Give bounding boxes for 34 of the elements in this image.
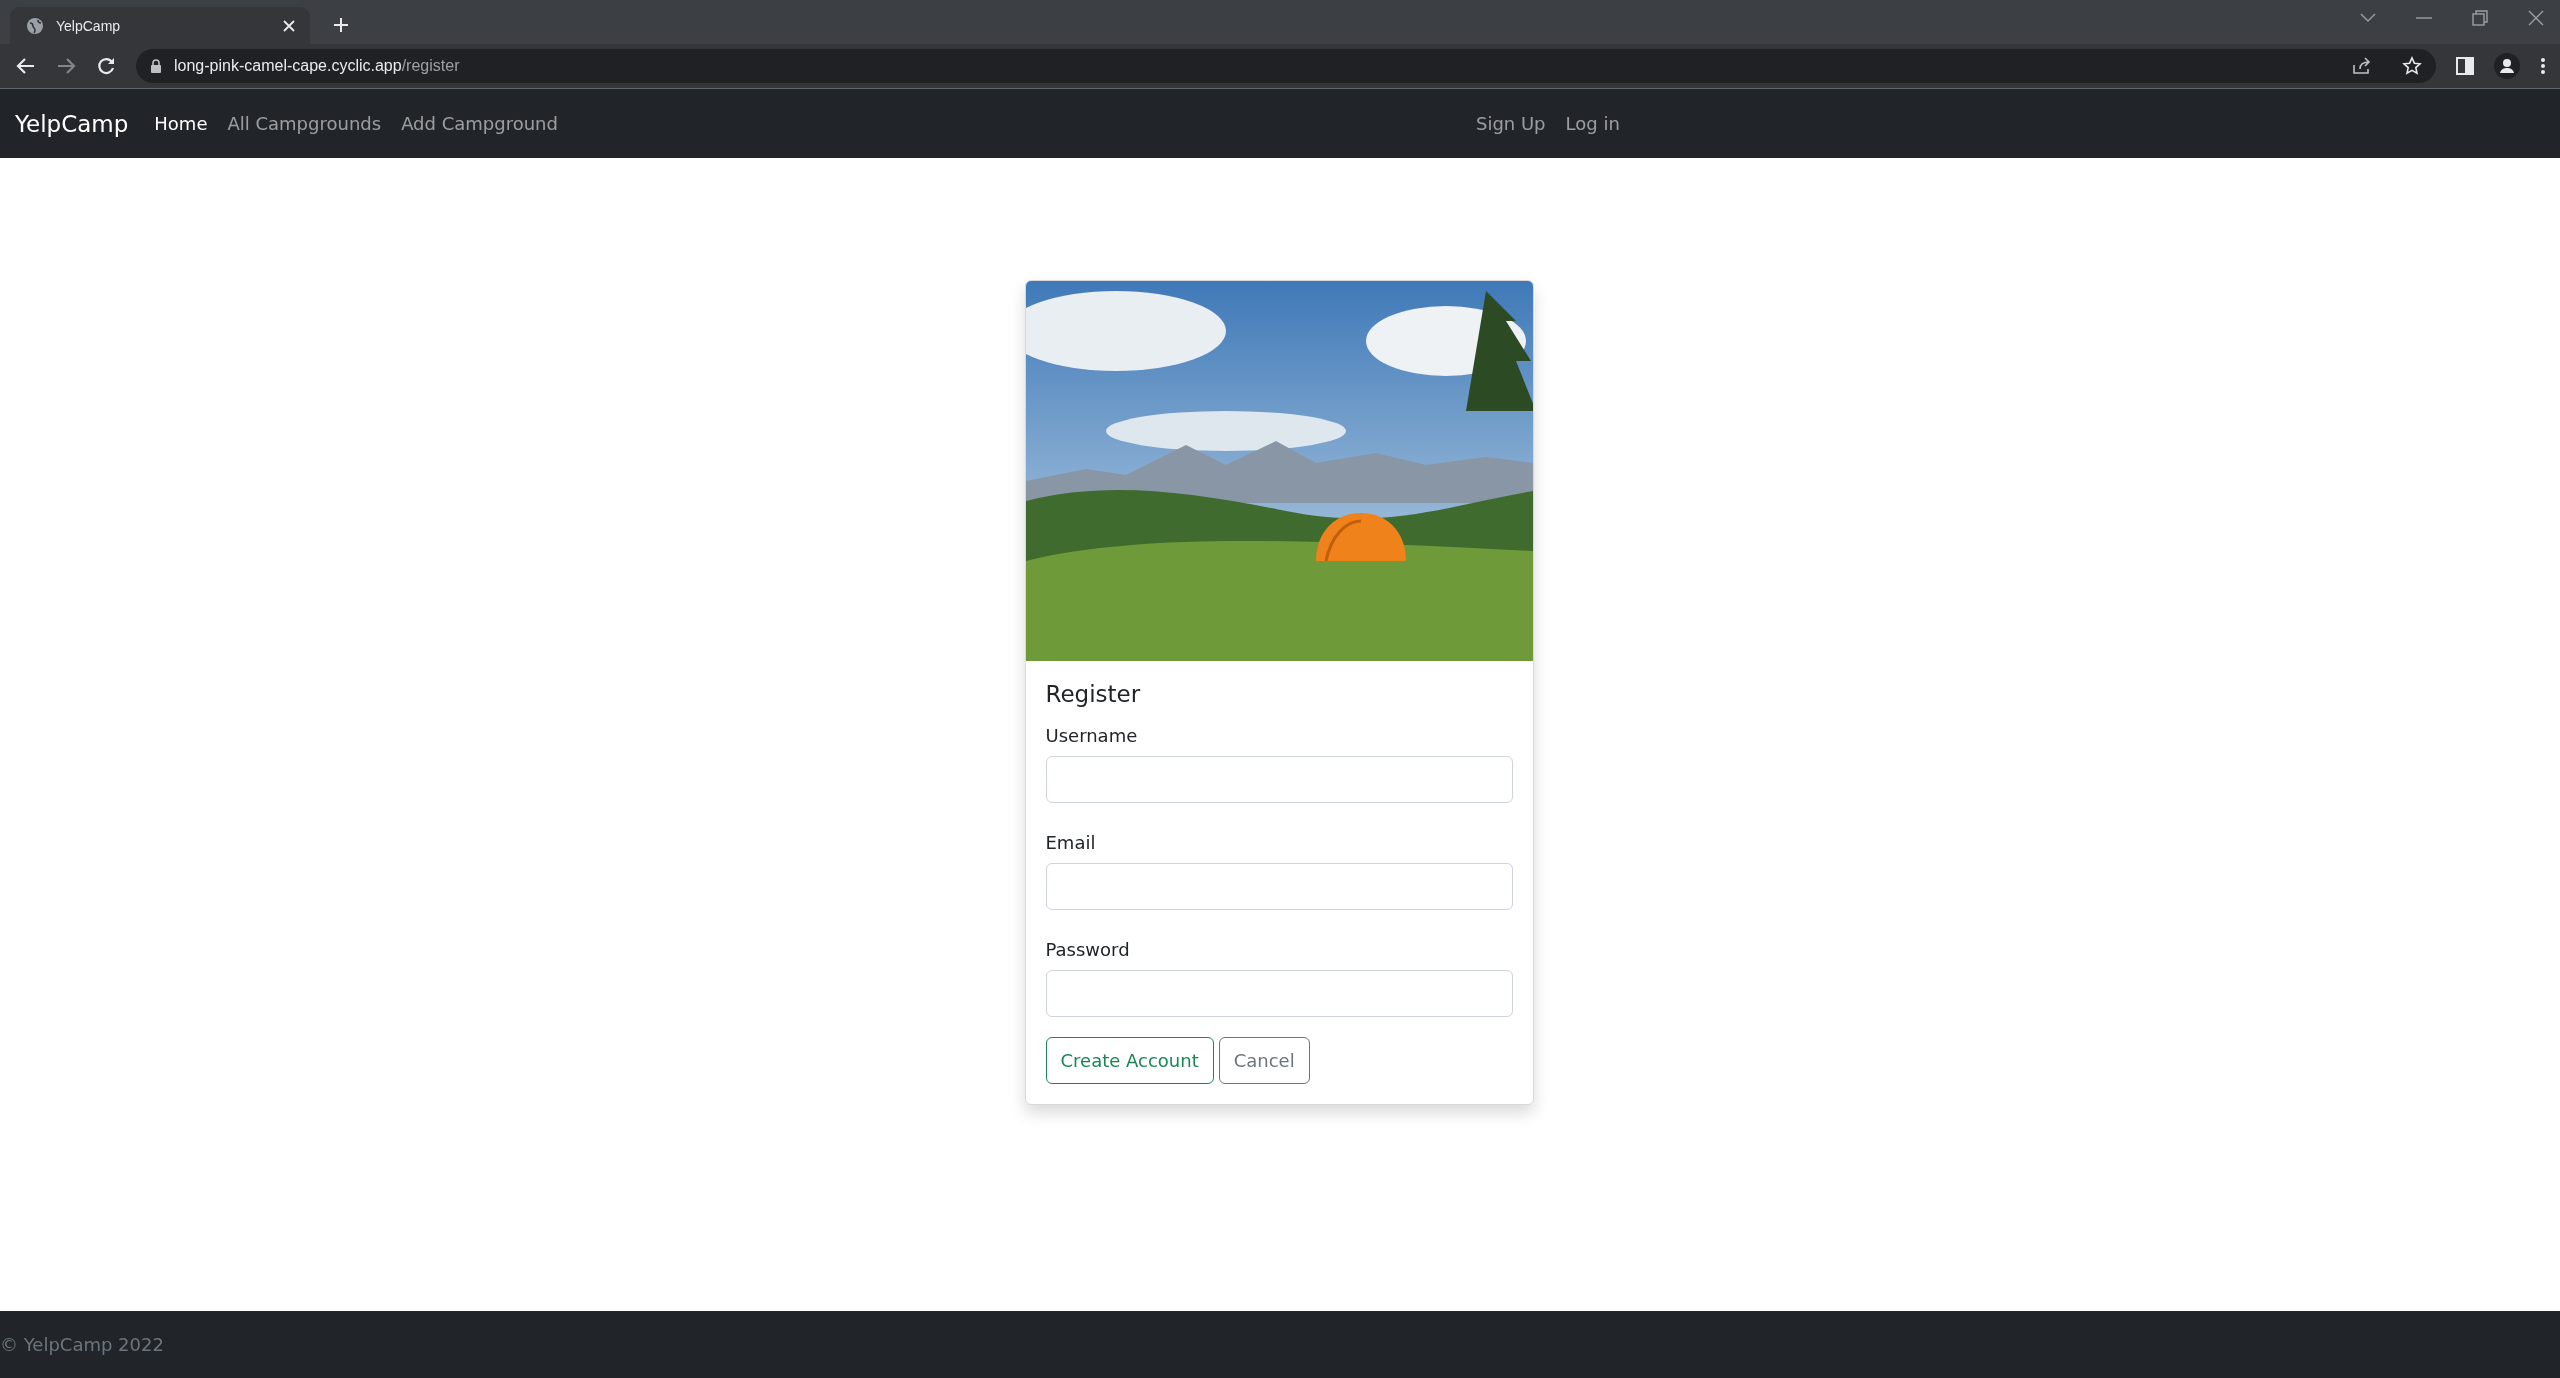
- form-button[interactable]: Cancel: [1218, 1037, 1310, 1084]
- brand-link[interactable]: YelpCamp: [15, 110, 129, 137]
- form-title: Register: [1045, 681, 1142, 707]
- field-label: Username: [1045, 725, 1139, 746]
- forward-arrow-icon[interactable]: [56, 56, 76, 76]
- side-panel-icon[interactable]: [2456, 57, 2474, 75]
- close-icon[interactable]: [2528, 10, 2544, 26]
- input-field[interactable]: [1045, 970, 1513, 1017]
- field-label: Password: [1045, 939, 1131, 960]
- nav-link[interactable]: Add Campground: [401, 113, 558, 134]
- input-field[interactable]: [1045, 756, 1513, 803]
- address-bar[interactable]: long-pink-camel-cape.cyclic.app/register: [136, 49, 2436, 83]
- tab-title: YelpCamp: [56, 17, 122, 34]
- restore-icon[interactable]: [2472, 10, 2488, 26]
- share-icon[interactable]: [2352, 57, 2372, 75]
- url-text: long-pink-camel-cape.cyclic.app/register: [174, 57, 460, 75]
- nav-link[interactable]: Log in: [1565, 113, 1620, 134]
- back-arrow-icon[interactable]: [16, 56, 36, 76]
- nav-link[interactable]: Home: [154, 113, 208, 134]
- input-field[interactable]: [1045, 863, 1513, 910]
- globe-icon: [26, 16, 44, 35]
- nav-link[interactable]: Sign Up: [1475, 113, 1546, 134]
- profile-icon[interactable]: [2494, 53, 2520, 79]
- nav-link[interactable]: All Campgrounds: [227, 113, 382, 134]
- reload-icon[interactable]: [96, 56, 116, 76]
- star-icon[interactable]: [2402, 56, 2422, 76]
- lock-icon: [150, 59, 162, 73]
- plus-icon[interactable]: [332, 16, 350, 34]
- form-button[interactable]: Create Account: [1045, 1037, 1214, 1084]
- field-label: Email: [1045, 832, 1097, 853]
- browser-tab[interactable]: YelpCamp: [10, 7, 310, 44]
- chevron-down-icon[interactable]: [2360, 13, 2376, 23]
- menu-icon[interactable]: [2540, 57, 2546, 75]
- footer-text: © YelpCamp 2022: [0, 1334, 164, 1355]
